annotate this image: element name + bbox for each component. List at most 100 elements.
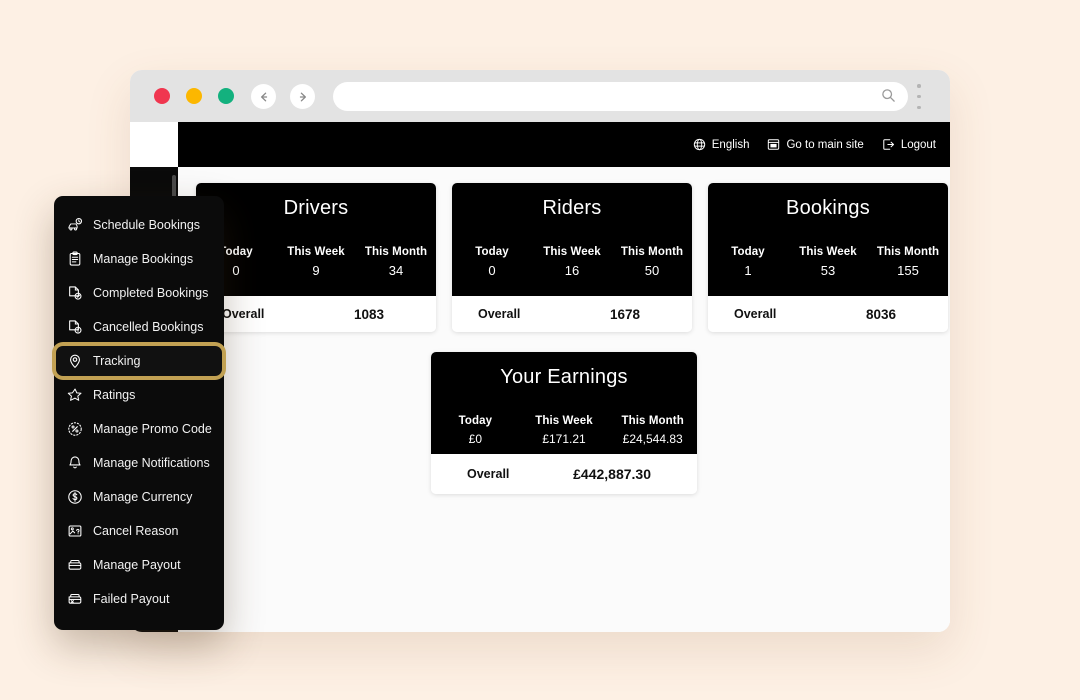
card-body: Riders Today 0 This Week 16 This Month 5… — [452, 183, 692, 296]
column-value: 0 — [488, 263, 496, 278]
card-title: Riders — [542, 197, 602, 219]
menu-item-manage-bookings[interactable]: Manage Bookings — [54, 244, 224, 274]
close-window-button[interactable] — [154, 88, 170, 104]
menu-item-failed-payout[interactable]: Failed Payout — [54, 584, 224, 614]
overall-label: Overall — [478, 307, 521, 321]
card-body: Your Earnings Today £0 This Week £171.21 — [431, 352, 697, 454]
forward-button[interactable] — [290, 84, 315, 109]
overall-value: £442,887.30 — [573, 466, 651, 482]
menu-item-manage-currency[interactable]: Manage Currency — [54, 482, 224, 512]
schedule-car-icon — [66, 217, 83, 234]
overall-label: Overall — [467, 467, 510, 481]
column-value: 1 — [744, 263, 752, 278]
promo-percent-icon — [66, 421, 83, 438]
language-label: English — [711, 138, 750, 151]
menu-item-ratings[interactable]: Ratings — [54, 380, 224, 410]
card-column: This Week 9 — [276, 246, 356, 278]
search-icon[interactable] — [881, 88, 896, 108]
menu-item-completed-bookings[interactable]: Completed Bookings — [54, 278, 224, 308]
window-icon — [767, 138, 780, 151]
bell-icon — [66, 455, 83, 472]
card-title: Your Earnings — [500, 366, 628, 388]
kebab-dot — [917, 105, 921, 109]
app-viewport: English Go to main site Logout Drivers T… — [130, 122, 950, 632]
stat-card-drivers: Drivers Today 0 This Week 9 This Month 3… — [196, 183, 436, 332]
card-column: This Week 53 — [788, 246, 868, 278]
dashboard-content: Drivers Today 0 This Week 9 This Month 3… — [178, 167, 950, 632]
card-title: Drivers — [283, 197, 349, 219]
menu-item-manage-payout[interactable]: Manage Payout — [54, 550, 224, 580]
card-column: Today 0 — [452, 246, 532, 278]
menu-item-manage-notifications[interactable]: Manage Notifications — [54, 448, 224, 478]
wallet-icon — [66, 557, 83, 574]
currency-dollar-icon — [66, 489, 83, 506]
overall-value: 1678 — [609, 306, 640, 322]
browser-toolbar — [130, 70, 950, 122]
column-label: This Week — [543, 246, 601, 258]
card-footer: Overall 1083 — [196, 296, 436, 332]
overall-value: 8036 — [865, 306, 896, 322]
card-column: This Month 155 — [868, 246, 948, 278]
logout-button[interactable]: Logout — [882, 138, 936, 151]
card-columns: Today 1 This Week 53 This Month 155 — [708, 246, 948, 278]
minimize-window-button[interactable] — [186, 88, 202, 104]
card-column: This Month 50 — [612, 246, 692, 278]
menu-item-tracking[interactable]: Tracking — [56, 346, 222, 376]
column-label: This Month — [621, 415, 684, 427]
column-value: 34 — [388, 263, 404, 278]
menu-item-label: Cancelled Bookings — [93, 320, 204, 334]
column-label: This Month — [364, 246, 428, 258]
app-topbar: English Go to main site Logout — [178, 122, 950, 167]
window-controls — [154, 88, 234, 104]
app-logo[interactable] — [130, 122, 178, 167]
location-pin-icon — [66, 353, 83, 370]
card-columns: Today 0 This Week 16 This Month 50 — [452, 246, 692, 278]
back-button[interactable] — [251, 84, 276, 109]
globe-icon — [693, 138, 706, 151]
column-label: Today — [731, 246, 765, 258]
menu-item-label: Schedule Bookings — [93, 218, 201, 232]
card-body: Bookings Today 1 This Week 53 This Month… — [708, 183, 948, 296]
language-selector[interactable]: English — [693, 138, 750, 151]
card-columns: Today 0 This Week 9 This Month 34 — [196, 246, 436, 278]
menu-item-cancel-reason[interactable]: Cancel Reason — [54, 516, 224, 546]
maximize-window-button[interactable] — [218, 88, 234, 104]
overall-value: 1083 — [353, 306, 384, 322]
menu-item-label: Manage Promo Code — [93, 422, 212, 436]
arrow-left-icon — [257, 90, 271, 104]
menu-item-label: Manage Payout — [93, 558, 181, 572]
sidebar-flyout-menu: Schedule Bookings Manage Bookings Comple… — [54, 196, 224, 630]
card-column: Today £0 — [431, 415, 520, 446]
card-footer: Overall 8036 — [708, 296, 948, 332]
column-value: 50 — [644, 263, 660, 278]
card-column: This Week 16 — [532, 246, 612, 278]
column-value: 9 — [312, 263, 320, 278]
screen: English Go to main site Logout Drivers T… — [0, 0, 1080, 700]
card-body: Drivers Today 0 This Week 9 This Month 3… — [196, 183, 436, 296]
go-to-main-site-link[interactable]: Go to main site — [767, 138, 864, 151]
wallet-failed-icon — [66, 591, 83, 608]
document-cancel-icon — [66, 319, 83, 336]
star-icon — [66, 387, 83, 404]
go-to-main-site-label: Go to main site — [786, 138, 864, 151]
address-bar[interactable] — [333, 82, 908, 111]
column-value: 155 — [897, 263, 919, 278]
menu-item-label: Completed Bookings — [93, 286, 209, 300]
column-value: £24,544.83 — [622, 432, 683, 446]
column-label: This Month — [620, 246, 684, 258]
kebab-dot — [917, 84, 921, 88]
card-column: This Month 34 — [356, 246, 436, 278]
overall-label: Overall — [734, 307, 777, 321]
menu-item-cancelled-bookings[interactable]: Cancelled Bookings — [54, 312, 224, 342]
menu-item-label: Tracking — [93, 354, 141, 368]
arrow-right-icon — [296, 90, 310, 104]
browser-menu-button[interactable] — [917, 84, 921, 109]
menu-item-manage-promo-code[interactable]: Manage Promo Code — [54, 414, 224, 444]
column-value: 53 — [820, 263, 836, 278]
menu-item-label: Manage Bookings — [93, 252, 194, 266]
column-value: £171.21 — [542, 432, 586, 446]
image-question-icon — [66, 523, 83, 540]
column-value: 16 — [564, 263, 580, 278]
card-column: This Week £171.21 — [520, 415, 609, 446]
menu-item-schedule-bookings[interactable]: Schedule Bookings — [54, 210, 224, 240]
